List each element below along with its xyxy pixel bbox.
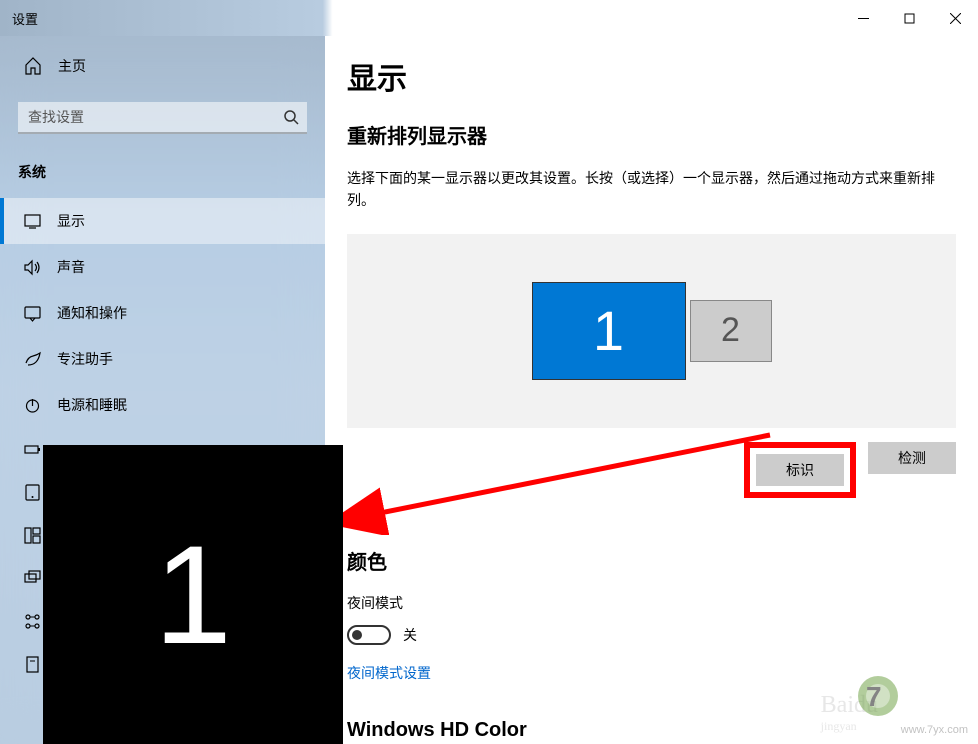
nav-item-sound[interactable]: 声音 [0,244,325,290]
about-icon [24,656,41,673]
project-icon [24,570,41,587]
home-label: 主页 [58,56,86,76]
annotation-highlight: 标识 [744,442,856,498]
nav-label: 声音 [57,257,85,277]
minimize-icon [858,13,869,24]
search-box [18,102,307,134]
focus-icon [24,351,41,368]
nav-item-notifications[interactable]: 通知和操作 [0,290,325,336]
hd-heading: Windows HD Color [347,719,956,742]
window-controls [840,0,978,36]
night-mode-settings-link[interactable]: 夜间模式设置 [347,665,431,681]
rearrange-desc: 选择下面的某一显示器以更改其设置。长按（或选择）一个显示器，然后通过拖动方式来重… [347,167,956,212]
display-arrangement-area[interactable]: 1 2 [347,234,956,428]
monitor-2-label: 2 [721,311,740,350]
nav-item-focus[interactable]: 专注助手 [0,336,325,382]
button-row: 标识 检测 [347,442,956,498]
nav-item-display[interactable]: 显示 [0,198,325,244]
monitor-1-label: 1 [593,298,624,363]
close-button[interactable] [932,0,978,36]
battery-icon [24,441,41,458]
page-title: 显示 [347,54,956,98]
window-title: 设置 [0,9,38,28]
maximize-button[interactable] [886,0,932,36]
nav-label: 显示 [57,211,85,231]
home-row[interactable]: 主页 [0,36,325,94]
minimize-button[interactable] [840,0,886,36]
power-icon [24,397,41,414]
identify-button[interactable]: 标识 [756,454,844,486]
search-icon[interactable] [283,109,299,125]
detect-button[interactable]: 检测 [868,442,956,474]
sound-icon [24,259,41,276]
tablet-icon [24,484,41,501]
identify-number: 1 [154,514,232,676]
monitor-2[interactable]: 2 [690,300,772,362]
search-input[interactable] [18,102,307,134]
section-header: 系统 [0,154,325,198]
nav-item-power[interactable]: 电源和睡眠 [0,382,325,428]
toggle-state: 关 [403,625,417,645]
titlebar: 设置 [0,0,978,36]
main-content: 显示 重新排列显示器 选择下面的某一显示器以更改其设置。长按（或选择）一个显示器… [325,36,978,744]
share-icon [24,613,41,630]
monitor-1[interactable]: 1 [532,282,686,380]
nav-label: 专注助手 [57,349,113,369]
night-mode-toggle[interactable] [347,625,391,645]
identify-overlay: 1 [43,445,343,744]
color-heading: 颜色 [347,546,956,575]
home-icon [24,57,42,75]
nav-label: 电源和睡眠 [57,395,127,415]
nav-label: 通知和操作 [57,303,127,323]
multitask-icon [24,527,41,544]
maximize-icon [904,13,915,24]
close-icon [950,13,961,24]
notification-icon [24,305,41,322]
display-icon [24,213,41,230]
rearrange-heading: 重新排列显示器 [347,120,956,149]
night-mode-label: 夜间模式 [347,593,956,613]
